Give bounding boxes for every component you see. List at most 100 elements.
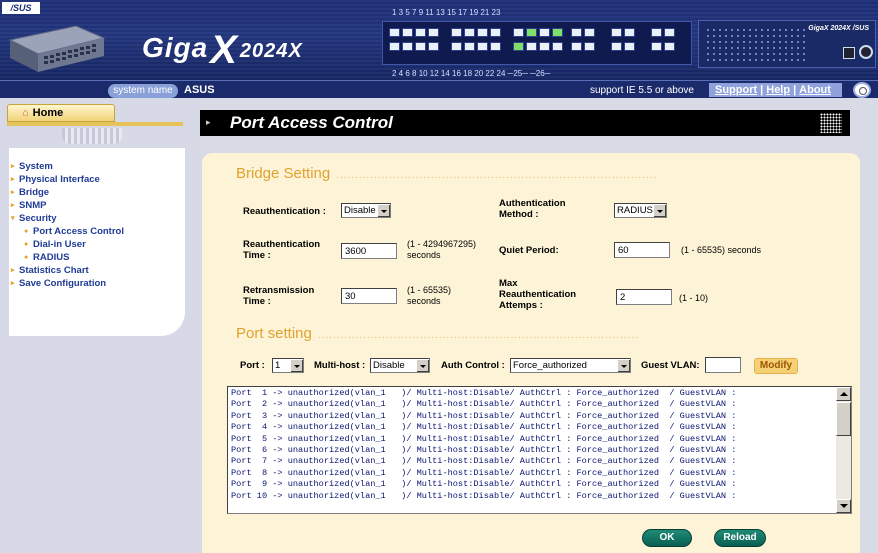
sidebar-item-snmp[interactable]: ▸ SNMP bbox=[9, 199, 185, 212]
sidebar-item-physical-interface[interactable]: ▸ Physical Interface bbox=[9, 173, 185, 186]
sidebar-item-label: SNMP bbox=[19, 200, 47, 211]
title-dots: ........................................… bbox=[336, 170, 658, 181]
ethernet-port-icon bbox=[389, 42, 400, 51]
sidebar-item-radius[interactable]: ● RADIUS bbox=[9, 251, 185, 264]
help-link[interactable]: Help bbox=[766, 84, 790, 96]
title-dots: ........................................… bbox=[317, 330, 640, 341]
guest-vlan-input[interactable] bbox=[705, 357, 741, 373]
product-x-mark: X bbox=[210, 28, 238, 72]
ok-button[interactable]: OK bbox=[642, 529, 692, 547]
ethernet-port-icon bbox=[490, 28, 501, 37]
sidebar-item-label: Security bbox=[19, 213, 57, 224]
ethernet-port-icon bbox=[584, 28, 595, 37]
reauth-select[interactable]: Disable bbox=[341, 203, 391, 218]
list-item: Port 7 -> unauthorized(vlan_1 )/ Multi-h… bbox=[231, 456, 737, 467]
port-block bbox=[382, 21, 692, 65]
sidebar-item-dial-in-user[interactable]: ● Dial-in User bbox=[9, 238, 185, 251]
auth-method-label: Authentication Method : bbox=[499, 198, 566, 220]
retrans-time-note: (1 - 65535) seconds bbox=[407, 285, 452, 306]
port-status-lines: Port 1 -> unauthorized(vlan_1 )/ Multi-h… bbox=[231, 388, 831, 502]
dotted-globe-icon bbox=[820, 113, 842, 133]
multihost-value: Disable bbox=[373, 360, 405, 371]
quiet-period-note: (1 - 65535) seconds bbox=[681, 245, 762, 255]
switch-device-image bbox=[8, 25, 106, 72]
led-matrix bbox=[705, 27, 809, 63]
sidebar: ⌂ Home ▸ System ▸ Physical Interface ▸ Bridge ▸… bbox=[0, 98, 200, 553]
port-numbers-bottom: 2 4 6 8 10 12 14 16 18 20 22 24 ─25─ ─26… bbox=[392, 69, 551, 78]
auth-control-select[interactable]: Force_authorized bbox=[510, 358, 631, 373]
arrow-bullet-icon: ▸ bbox=[11, 176, 15, 183]
ethernet-port-icon bbox=[464, 42, 475, 51]
switch-port-panel: 1 3 5 7 9 11 13 15 17 19 21 23 2 4 6 8 1… bbox=[382, 8, 692, 78]
system-name-value: ASUS bbox=[184, 84, 215, 96]
port-select[interactable]: 1 bbox=[272, 358, 304, 373]
system-name-label: system name bbox=[108, 84, 178, 98]
ethernet-port-icon bbox=[415, 42, 426, 51]
port-setting-title: Port setting............................… bbox=[236, 325, 796, 342]
max-reauth-input[interactable] bbox=[616, 289, 672, 305]
multihost-label: Multi-host : bbox=[314, 360, 366, 371]
home-underline bbox=[7, 122, 183, 126]
arrow-bullet-icon: ▸ bbox=[11, 163, 15, 170]
port-label: Port : bbox=[240, 360, 265, 371]
chassis-power-icon bbox=[859, 45, 873, 59]
knob-icon bbox=[853, 82, 871, 98]
scrollbar[interactable] bbox=[836, 387, 851, 513]
home-label: Home bbox=[32, 107, 64, 119]
ethernet-port-icon bbox=[552, 42, 563, 51]
quiet-period-input[interactable] bbox=[614, 242, 670, 258]
sidebar-item-statistics-chart[interactable]: ▸ Statistics Chart bbox=[9, 264, 185, 277]
ethernet-port-icon bbox=[664, 28, 675, 37]
list-item: Port 4 -> unauthorized(vlan_1 )/ Multi-h… bbox=[231, 422, 737, 433]
asus-logo: /SUS bbox=[2, 2, 40, 14]
sidebar-item-port-access-control[interactable]: ● Port Access Control bbox=[9, 225, 185, 238]
home-tab[interactable]: ⌂ Home bbox=[7, 104, 115, 122]
ethernet-port-icon bbox=[428, 28, 439, 37]
sidebar-item-save-configuration[interactable]: ▸ Save Configuration bbox=[9, 277, 185, 290]
list-item: Port 10 -> unauthorized(vlan_1 )/ Multi-… bbox=[231, 490, 737, 501]
ethernet-port-icon bbox=[664, 42, 675, 51]
arrow-bullet-icon: ▾ bbox=[11, 215, 15, 222]
multihost-select[interactable]: Disable bbox=[370, 358, 430, 373]
scroll-up-icon[interactable] bbox=[836, 387, 851, 401]
reauth-time-note: (1 - 4294967295) seconds bbox=[407, 239, 477, 260]
arrow-bullet-icon: ▸ bbox=[11, 189, 15, 196]
product-name: Giga bbox=[142, 32, 209, 63]
sidebar-item-bridge[interactable]: ▸ Bridge bbox=[9, 186, 185, 199]
auth-control-label: Auth Control : bbox=[441, 360, 505, 371]
about-link[interactable]: About bbox=[799, 84, 831, 96]
bullet-icon: ● bbox=[24, 254, 29, 261]
retrans-time-label: Retransmission Time : bbox=[243, 285, 315, 307]
guest-vlan-label: Guest VLAN: bbox=[641, 360, 700, 371]
retrans-time-input[interactable] bbox=[341, 288, 397, 304]
home-icon: ⌂ bbox=[22, 107, 29, 119]
scroll-down-icon[interactable] bbox=[836, 499, 851, 513]
ethernet-port-icon bbox=[539, 28, 550, 37]
auth-method-select[interactable]: RADIUS bbox=[614, 203, 667, 218]
chevron-down-icon bbox=[617, 359, 630, 372]
ethernet-port-icon bbox=[402, 28, 413, 37]
ethernet-port-icon bbox=[513, 42, 524, 51]
link-separator: | bbox=[760, 84, 764, 96]
app-window: /SUS GigaX 2024X 1 3 5 7 9 11 13 15 17 19… bbox=[0, 0, 878, 553]
ethernet-port-icon bbox=[526, 28, 537, 37]
sidebar-item-label: Physical Interface bbox=[19, 174, 100, 185]
sidebar-item-label: System bbox=[19, 161, 53, 172]
scroll-thumb[interactable] bbox=[836, 402, 851, 436]
ethernet-port-icon bbox=[451, 42, 462, 51]
support-link[interactable]: Support bbox=[715, 84, 757, 96]
sidebar-item-security[interactable]: ▾ Security bbox=[9, 212, 185, 225]
reload-button[interactable]: Reload bbox=[714, 529, 766, 547]
modify-button[interactable]: Modify bbox=[754, 358, 798, 374]
ethernet-port-icon bbox=[451, 28, 462, 37]
chassis-port-icon bbox=[843, 47, 855, 59]
sidebar-item-system[interactable]: ▸ System bbox=[9, 160, 185, 173]
bridge-setting-heading: Bridge Setting bbox=[236, 165, 331, 182]
ethernet-port-icon bbox=[651, 42, 662, 51]
reauth-value: Disable bbox=[344, 205, 376, 216]
reauth-time-input[interactable] bbox=[341, 243, 397, 259]
ethernet-port-icon bbox=[651, 28, 662, 37]
port-status-list[interactable]: Port 1 -> unauthorized(vlan_1 )/ Multi-h… bbox=[227, 386, 852, 514]
chevron-down-icon bbox=[377, 204, 390, 217]
sidebar-item-label: RADIUS bbox=[33, 252, 70, 263]
